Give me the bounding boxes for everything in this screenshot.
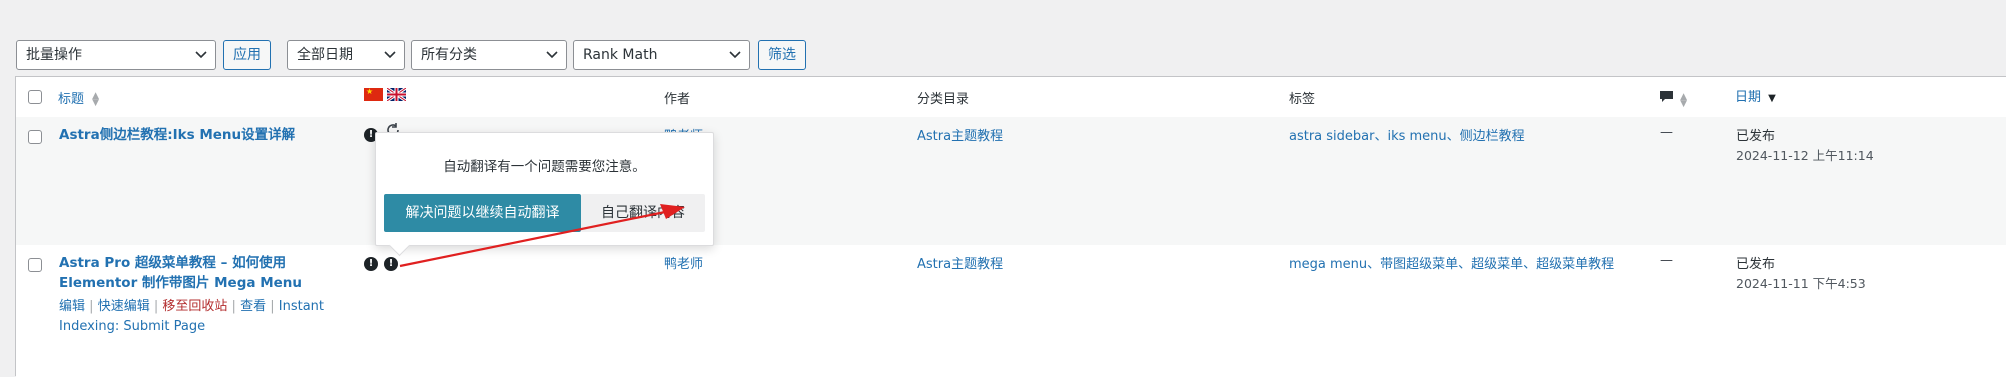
comments-count: — xyxy=(1660,253,1673,268)
category-filter-select-value: 所有分类 xyxy=(421,47,477,63)
warning-icon[interactable]: ! xyxy=(384,257,398,271)
select-all-checkbox[interactable] xyxy=(28,90,42,104)
post-status: 已发布 xyxy=(1736,129,1776,144)
uk-flag-icon[interactable] xyxy=(387,88,406,101)
table-row: Astra侧边栏教程:Iks Menu设置详解 ! 鸭老师 Astra主题教程 … xyxy=(16,117,2006,245)
post-title-link[interactable]: Astra Pro 超级菜单教程 – 如何使用 Elementor 制作带图片 … xyxy=(59,253,302,293)
column-title-label: 标题 xyxy=(58,92,85,107)
chevron-down-icon xyxy=(384,41,396,69)
column-tags-header: 标签 xyxy=(1289,92,1316,107)
column-categories-header: 分类目录 xyxy=(917,92,970,107)
row-checkbox[interactable] xyxy=(28,130,42,144)
filter-button[interactable]: 筛选 xyxy=(758,40,806,70)
row-checkbox[interactable] xyxy=(28,258,42,272)
table-header: 标题 ▲ ▼ ★ 作者 分类目录 标签 ▲ ▼ 日期 ▼ xyxy=(16,77,2006,118)
bulk-action-select-value: 批量操作 xyxy=(26,47,82,63)
category-filter-select[interactable]: 所有分类 xyxy=(411,40,567,70)
chevron-down-icon xyxy=(546,41,558,69)
separator: | xyxy=(270,299,275,314)
sort-icon: ▲ ▼ xyxy=(1680,91,1688,109)
column-date-label: 日期 xyxy=(1735,90,1762,105)
instant-indexing-link-line1[interactable]: Instant xyxy=(279,299,324,314)
post-title-link[interactable]: Astra侧边栏教程:Iks Menu设置详解 xyxy=(59,125,295,145)
seo-filter-select[interactable]: Rank Math xyxy=(573,40,750,70)
post-date: 2024-11-12 上午11:14 xyxy=(1736,148,1874,163)
post-date: 2024-11-11 下午4:53 xyxy=(1736,276,1866,291)
edit-link[interactable]: 编辑 xyxy=(59,299,85,314)
post-status: 已发布 xyxy=(1736,257,1776,272)
chevron-down-icon xyxy=(195,41,207,69)
trash-link[interactable]: 移至回收站 xyxy=(162,299,227,314)
posts-table: 标题 ▲ ▼ ★ 作者 分类目录 标签 ▲ ▼ 日期 ▼ Astra侧边栏教程:Ik… xyxy=(15,76,2006,377)
quick-edit-link[interactable]: 快速编辑 xyxy=(98,299,150,314)
post-author-link[interactable]: 鸭老师 xyxy=(664,253,703,272)
instant-indexing-link-line2[interactable]: Indexing: Submit Page xyxy=(59,317,324,337)
apply-button[interactable]: 应用 xyxy=(223,40,271,70)
column-title-header[interactable]: 标题 ▲ ▼ xyxy=(58,88,99,107)
seo-filter-select-value: Rank Math xyxy=(583,47,658,63)
sort-desc-icon: ▼ xyxy=(1768,93,1776,104)
view-link[interactable]: 查看 xyxy=(240,299,266,314)
separator: | xyxy=(153,299,159,314)
post-category-link[interactable]: Astra主题教程 xyxy=(917,253,1003,272)
bulk-actions-toolbar: 批量操作 应用 全部日期 所有分类 Rank Math 筛选 xyxy=(16,39,806,71)
warning-icon[interactable]: ! xyxy=(364,257,378,271)
resolve-issue-button[interactable]: 解决问题以继续自动翻译 xyxy=(384,194,581,232)
sort-icon: ▲ ▼ xyxy=(92,90,100,108)
translate-yourself-button[interactable]: 自己翻译内容 xyxy=(581,194,705,232)
table-row: Astra Pro 超级菜单教程 – 如何使用 Elementor 制作带图片 … xyxy=(16,245,2006,377)
comments-count: — xyxy=(1660,125,1673,140)
post-title-line: Elementor 制作带图片 Mega Menu xyxy=(59,275,302,291)
separator: | xyxy=(89,299,94,314)
date-filter-select[interactable]: 全部日期 xyxy=(287,40,405,70)
bulk-action-select[interactable]: 批量操作 xyxy=(16,40,216,70)
auto-translate-popup: 自动翻译有一个问题需要您注意。 解决问题以继续自动翻译 自己翻译内容 xyxy=(375,132,714,257)
column-date-header[interactable]: 日期 ▼ xyxy=(1735,86,1776,105)
post-tags-links[interactable]: astra sidebar、iks menu、侧边栏教程 xyxy=(1289,125,1525,144)
post-title-line: Astra Pro 超级菜单教程 – 如何使用 xyxy=(59,255,287,271)
column-author-header: 作者 xyxy=(664,92,691,107)
comments-header-icon[interactable]: ▲ ▼ xyxy=(1659,89,1687,108)
date-filter-select-value: 全部日期 xyxy=(297,47,353,63)
row-actions: 编辑 | 快速编辑 | 移至回收站 | 查看 | Instant Indexin… xyxy=(59,297,324,337)
separator: | xyxy=(231,299,236,314)
post-category-link[interactable]: Astra主题教程 xyxy=(917,125,1003,144)
post-tags-links[interactable]: mega menu、带图超级菜单、超级菜单、超级菜单教程 xyxy=(1289,253,1614,272)
popup-message: 自动翻译有一个问题需要您注意。 xyxy=(443,159,646,175)
chinese-flag-icon[interactable]: ★ xyxy=(364,88,383,101)
chevron-down-icon xyxy=(729,41,741,69)
